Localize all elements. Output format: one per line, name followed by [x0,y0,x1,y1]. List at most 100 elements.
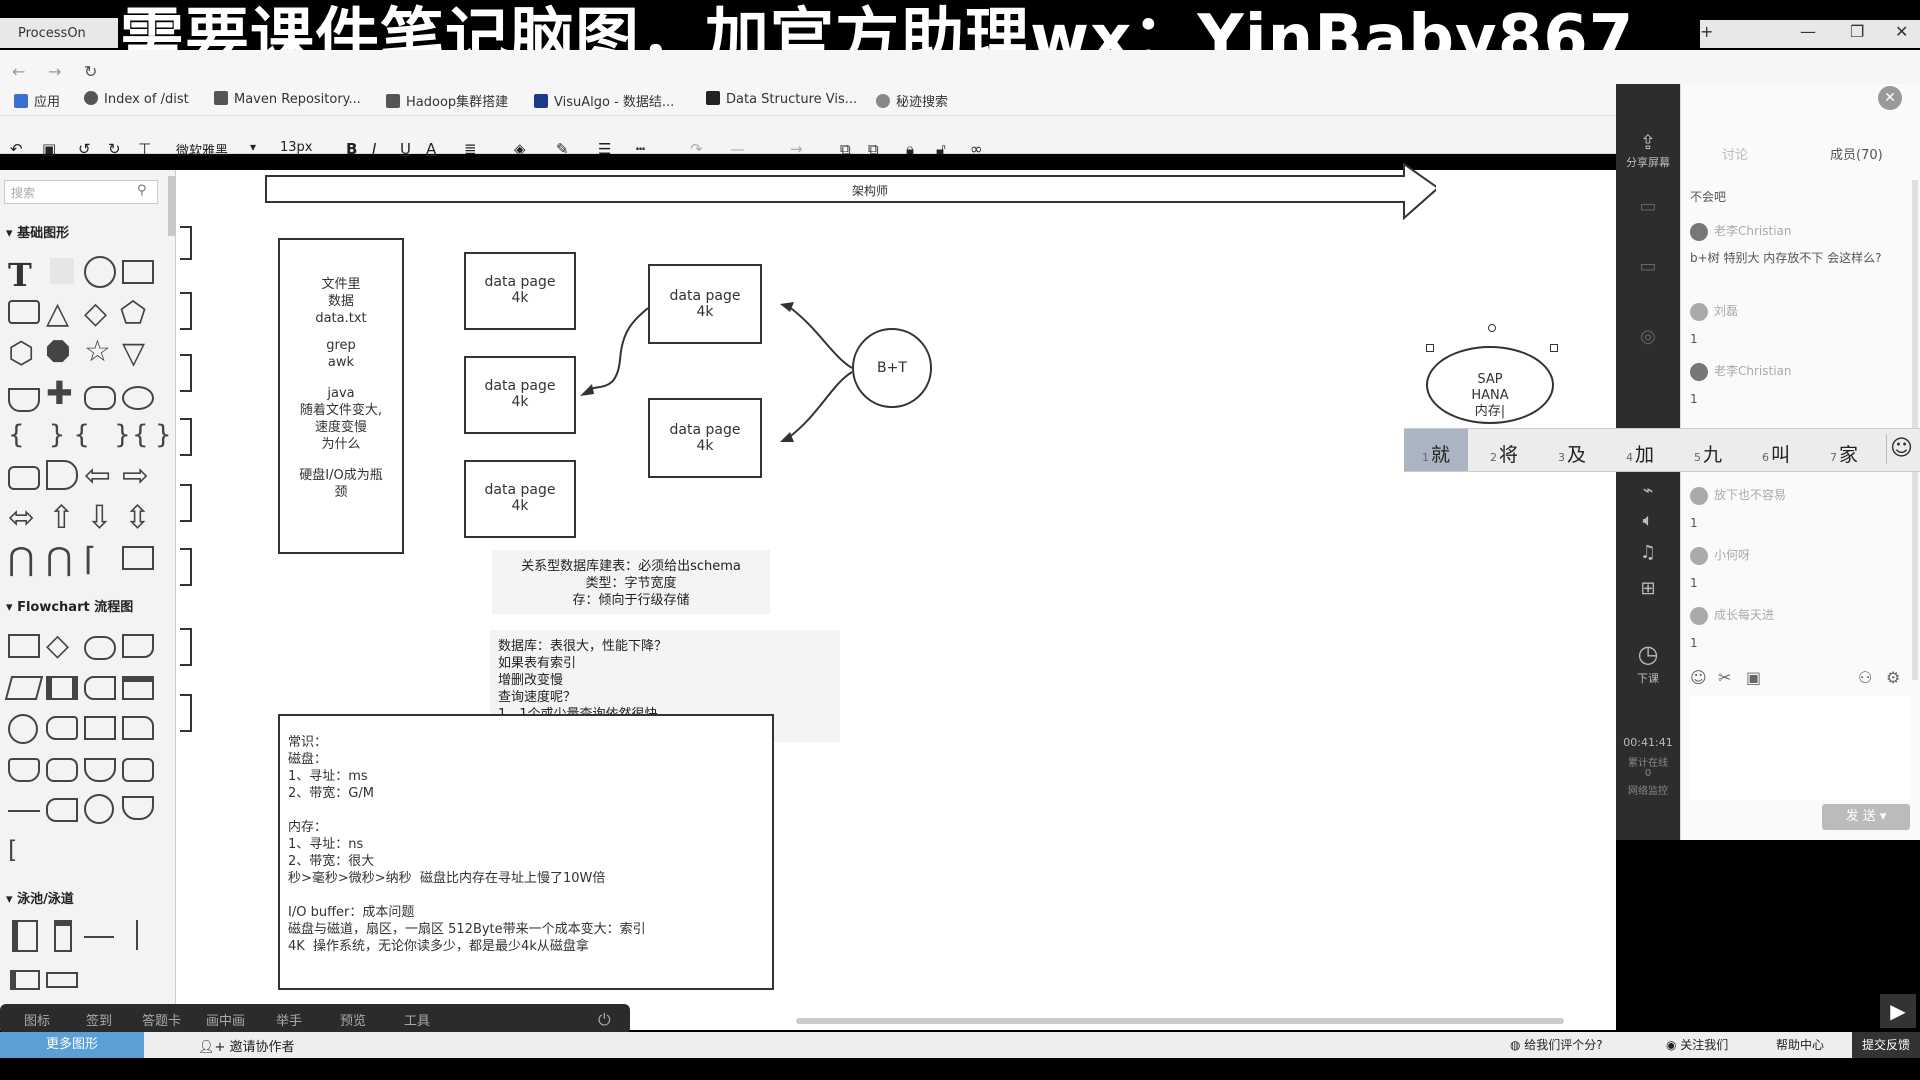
decision-shape[interactable]: ◇ [46,628,69,663]
reload-icon[interactable]: ↻ [84,62,97,81]
bold-icon[interactable]: B [346,140,357,158]
ime-candidate[interactable]: 7家 [1830,440,1858,467]
resize-handle[interactable] [1426,344,1434,352]
manual-input-shape[interactable] [84,716,116,740]
underline-icon[interactable]: U [400,140,411,158]
speaker-icon[interactable]: 🔈︎ [1616,510,1680,531]
bring-front-icon[interactable]: ⧉ [840,140,851,158]
u-turn-arrow-shape[interactable]: ⋂ [46,540,72,578]
data-page-box[interactable]: data page 4k [648,398,762,478]
rate-us-link[interactable]: ◍ 给我们评个分? [1510,1036,1603,1053]
rounded-rect-shape[interactable] [8,300,40,324]
shape-search-input[interactable]: 搜索 ⚲ [4,180,158,204]
send-back-icon[interactable]: ⧉ [868,140,879,158]
schema-note[interactable]: 关系型数据库建表：必须给出schema 类型：字节宽度 存：倾向于行级存储 [492,550,770,614]
whiteboard-icon[interactable]: ▭ [1616,196,1680,217]
invite-collaborator-button[interactable]: 👤︎+ 邀请协作者 [198,1036,295,1055]
music-icon[interactable]: ♫ [1616,542,1680,563]
ime-candidate[interactable]: 2将 [1490,440,1518,467]
font-size-select[interactable]: 13px [280,140,313,155]
maximize-icon[interactable]: ❐ [1850,22,1864,41]
manual-operation-shape[interactable] [84,758,116,782]
follow-us-link[interactable]: ◉ 关注我们 [1666,1036,1728,1053]
ellipse-shape[interactable] [122,386,154,410]
connector-line[interactable] [787,305,853,369]
inverted-triangle-shape[interactable]: ▽ [122,336,145,371]
corner-shape[interactable]: ⌈ [84,540,96,578]
more-shapes-button[interactable]: 更多图形 [0,1032,144,1058]
lock-icon[interactable]: 🔒︎ [906,140,914,158]
classroom-tool[interactable]: 签到 [86,1010,112,1029]
vertical-lane-shape[interactable] [54,920,72,952]
brace-shapes[interactable]: { }{ } } [8,420,180,450]
line-shape[interactable] [8,810,40,812]
bookmark-maven[interactable]: Maven Repository... [214,91,361,107]
direct-data-shape[interactable] [46,716,78,740]
line-dash-icon[interactable]: — [730,140,745,158]
share-screen-icon[interactable]: ⇪ [1616,130,1680,154]
minimize-icon[interactable]: — [1800,22,1816,41]
horizontal-pool-shape[interactable] [10,970,40,990]
u-turn-shape[interactable]: ⋂ [8,540,34,578]
bookmark-search[interactable]: 秘迹搜索 [876,91,948,110]
data-shape[interactable] [4,676,44,700]
forward-icon[interactable]: → [48,62,61,81]
vertical-pool-shape[interactable] [12,920,38,952]
line-color-icon[interactable]: ✎ [556,140,569,158]
brush-icon[interactable]: ⊤ [138,140,151,158]
classroom-tool[interactable]: 举手 [276,1010,302,1029]
microphone-icon[interactable]: ⌁ [1616,480,1680,501]
fill-color-icon[interactable]: ◈ [514,140,526,158]
connector-shape[interactable] [8,714,38,744]
section-flowchart[interactable]: ▾ Flowchart 流程图 [6,596,133,615]
ime-candidate[interactable]: 4加 [1626,440,1654,467]
document-shape[interactable] [122,634,154,658]
off-page-shape[interactable] [84,794,114,824]
send-button[interactable]: 发 送 ▾ [1822,804,1910,830]
sap-hana-ellipse[interactable]: SAP HANA 内存| [1426,346,1554,424]
link-icon[interactable]: ∞ [970,140,983,158]
horizontal-lane-shape[interactable] [46,972,78,988]
tape-shape[interactable] [8,758,40,782]
horizontal-separator-shape[interactable] [84,936,114,938]
file-data-box[interactable]: 文件里 数据 data.txt grep awk java 随着文件变大, 速度… [278,238,404,554]
hexagon-shape[interactable]: ⬡ [8,336,34,371]
predefined-process-shape[interactable] [46,676,78,700]
canvas-scrollbar[interactable] [796,1018,1564,1024]
bookmark-hadoop[interactable]: Hadoop集群搭建 [386,91,508,110]
section-swimlane[interactable]: ▾ 泳池/泳道 [6,888,74,907]
ime-candidate[interactable]: 3及 [1558,440,1586,467]
stored-data-shape[interactable] [84,676,116,700]
btree-circle[interactable]: B+T [852,328,932,408]
bookmark-apps[interactable]: 应用 [14,91,60,110]
block-shape[interactable] [122,546,154,570]
data-page-box[interactable]: data page 4k [648,264,762,344]
rectangle-shape[interactable] [122,260,154,284]
align-icon[interactable]: ≣ [464,140,477,158]
screen-record-icon[interactable]: ▶ [1880,994,1916,1028]
connector-line[interactable] [787,371,853,439]
font-family-caret-icon[interactable]: ▾ [250,140,256,154]
star-shape[interactable]: ☆ [84,334,111,369]
triangle-shape[interactable]: △ [46,296,69,331]
chat-input[interactable] [1690,696,1910,800]
text-shape[interactable]: T [8,256,32,294]
classroom-tool[interactable]: 工具 [404,1010,430,1029]
rotate-handle[interactable] [1488,324,1496,332]
font-family-select[interactable]: 微软雅黑 [176,140,228,159]
image-shape[interactable] [50,258,74,284]
italic-icon[interactable]: I [372,140,376,158]
section-basic-shapes[interactable]: ▾ 基础图形 [6,222,69,241]
connector-line[interactable] [585,307,649,393]
feedback-button[interactable]: 提交反馈 [1852,1032,1920,1058]
down-arrow-shape[interactable]: ⇩ [86,498,113,536]
classroom-tool[interactable]: 答题卡 [142,1010,181,1029]
power-icon[interactable]: ⏻ [598,1010,611,1030]
delay-flow-shape[interactable] [46,798,78,822]
off-page-connector-shape[interactable] [122,796,154,820]
connector-icon[interactable]: ↷ [690,140,703,158]
classroom-tool[interactable]: 预览 [340,1010,366,1029]
redo-icon[interactable]: ↻ [108,140,121,158]
image-icon[interactable]: ▣ [1746,668,1761,687]
cross-shape[interactable]: ✚ [46,374,73,412]
